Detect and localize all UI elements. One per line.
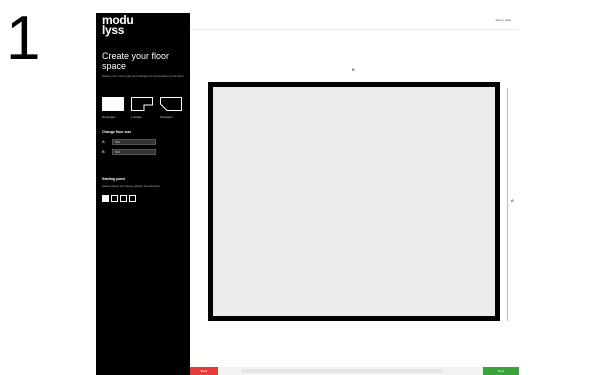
start-bottom-right-button[interactable] [129,195,136,202]
bottom-bar: Back Next [190,367,519,375]
logo: modu lyss [102,14,134,36]
start-bottom-left-button[interactable] [120,195,127,202]
size-a-key: A [102,139,105,144]
pentagon-shape-icon [160,97,182,111]
start-top-left-button[interactable] [102,195,109,202]
page-description: Select your room type and change the dim… [102,74,185,78]
info-bar [242,369,442,373]
step-number: 1 [6,4,41,73]
shape-pentagon-button[interactable]: Pentagon [160,97,182,119]
room-floor-shape[interactable] [208,82,500,321]
dimension-a-label: A [511,198,514,203]
next-button[interactable]: Next [483,367,519,375]
dimension-b-label: B [352,67,355,72]
starting-point-description: Select where the laying pattern should s… [102,184,161,188]
page-title: Create your floor space [102,51,170,71]
shape-label: L-shape [131,115,142,119]
shape-l-shape-button[interactable]: L-shape [131,97,153,119]
starting-point-selector [102,195,142,203]
top-bar: Save | Help [190,13,519,30]
shape-label: Rectangle [102,115,116,119]
dimension-a-line [507,88,508,321]
floor-planner-app: modu lyss Create your floor space Select… [96,13,519,375]
size-b-row: B 600 [102,149,156,155]
l-shape-icon [131,97,153,111]
starting-point-heading: Starting point [102,177,125,181]
room-shape-selector: Rectangle L-shape Pentagon [102,97,186,125]
shape-rectangle-button[interactable]: Rectangle [102,97,124,119]
canvas-area: Save | Help B A Back Next [190,13,519,375]
start-top-right-button[interactable] [111,195,118,202]
back-button[interactable]: Back [190,367,218,375]
floor-size-heading: Change floor size [102,130,132,134]
size-b-key: B [102,149,105,154]
sidebar: modu lyss Create your floor space Select… [96,13,190,375]
size-a-row: A 500 [102,139,156,145]
top-links[interactable]: Save | Help [496,18,511,22]
size-b-input[interactable]: 600 [112,149,156,155]
size-a-input[interactable]: 500 [112,139,156,145]
rectangle-shape-icon [102,97,124,111]
shape-label: Pentagon [160,115,173,119]
